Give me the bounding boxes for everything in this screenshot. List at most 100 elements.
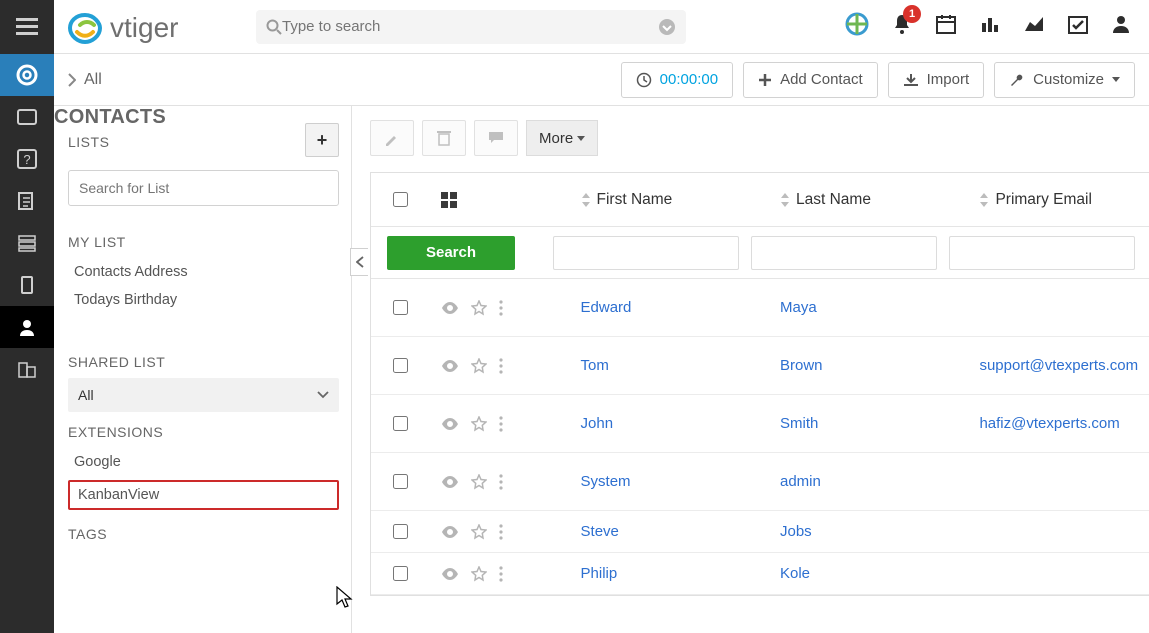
- nav-item-edit[interactable]: [0, 180, 54, 222]
- delete-button[interactable]: [422, 120, 466, 156]
- import-button[interactable]: Import: [888, 62, 985, 98]
- cell-lastname[interactable]: Jobs: [780, 523, 812, 540]
- row-checkbox[interactable]: [393, 416, 408, 431]
- layers-icon: [17, 233, 37, 253]
- edit-button[interactable]: [370, 120, 414, 156]
- filter-email[interactable]: [949, 236, 1135, 270]
- row-actions: [431, 358, 571, 374]
- bar-chart-icon[interactable]: [979, 13, 1001, 40]
- cell-firstname[interactable]: Steve: [581, 523, 619, 540]
- hamburger-menu[interactable]: [0, 0, 54, 54]
- subheader: CONTACTS All 00:00:00 Add Contact Import…: [54, 54, 1149, 106]
- list-search-input[interactable]: [68, 170, 339, 206]
- check-icon[interactable]: [1067, 13, 1089, 40]
- cell-firstname[interactable]: System: [581, 473, 631, 490]
- table-row[interactable]: System admin: [371, 453, 1149, 511]
- mylist-item[interactable]: Contacts Address: [68, 258, 339, 286]
- mylist-item[interactable]: Todays Birthday: [68, 286, 339, 314]
- nav-item-org[interactable]: [0, 348, 54, 390]
- row-checkbox[interactable]: [393, 358, 408, 373]
- global-search-input[interactable]: [282, 18, 658, 35]
- star-icon[interactable]: [471, 524, 487, 540]
- nav-item-mobile[interactable]: [0, 264, 54, 306]
- table-row[interactable]: Philip Kole: [371, 553, 1149, 595]
- plus-icon: [758, 73, 772, 87]
- nav-item-db[interactable]: [0, 222, 54, 264]
- table-row[interactable]: Edward Maya: [371, 279, 1149, 337]
- star-icon[interactable]: [471, 300, 487, 316]
- more-button[interactable]: More: [526, 120, 598, 156]
- more-icon[interactable]: [499, 416, 503, 432]
- nav-item-card[interactable]: [0, 96, 54, 138]
- more-icon[interactable]: [499, 566, 503, 582]
- cell-firstname[interactable]: Tom: [581, 357, 609, 374]
- row-checkbox[interactable]: [393, 566, 408, 581]
- eye-icon[interactable]: [441, 568, 459, 580]
- dropdown-circle-icon[interactable]: [658, 18, 676, 36]
- col-email[interactable]: Primary Email: [969, 191, 1149, 209]
- grid-icon[interactable]: [441, 192, 457, 208]
- eye-icon[interactable]: [441, 302, 459, 314]
- calendar-icon[interactable]: [935, 13, 957, 40]
- star-icon[interactable]: [471, 416, 487, 432]
- eye-icon[interactable]: [441, 418, 459, 430]
- ext-item-google[interactable]: Google: [68, 448, 339, 476]
- panel-collapse-toggle[interactable]: [350, 248, 368, 276]
- app-switch-icon[interactable]: [845, 12, 869, 41]
- tags-heading: TAGS: [68, 526, 339, 542]
- table-header: First Name Last Name Primary Email: [371, 173, 1149, 227]
- notifications-icon[interactable]: 1: [891, 13, 913, 40]
- cell-lastname[interactable]: Maya: [780, 299, 817, 316]
- col-firstname[interactable]: First Name: [571, 191, 770, 209]
- eye-icon[interactable]: [441, 526, 459, 538]
- more-icon[interactable]: [499, 524, 503, 540]
- ext-item-kanban[interactable]: KanbanView: [72, 483, 335, 507]
- cell-lastname[interactable]: admin: [780, 473, 821, 490]
- table-row[interactable]: Steve Jobs: [371, 511, 1149, 553]
- more-icon[interactable]: [499, 358, 503, 374]
- pencil-icon: [384, 130, 400, 146]
- customize-button[interactable]: Customize: [994, 62, 1135, 98]
- filter-firstname[interactable]: [553, 236, 739, 270]
- table-row[interactable]: John Smith hafiz@vtexperts.com: [371, 395, 1149, 453]
- wrench-icon: [1009, 73, 1025, 87]
- nav-item-help[interactable]: [0, 54, 54, 96]
- cell-firstname[interactable]: Philip: [581, 565, 618, 582]
- cell-email[interactable]: hafiz@vtexperts.com: [979, 415, 1119, 432]
- cell-firstname[interactable]: John: [581, 415, 614, 432]
- timer-button[interactable]: 00:00:00: [621, 62, 733, 98]
- add-list-button[interactable]: +: [305, 123, 339, 157]
- star-icon[interactable]: [471, 474, 487, 490]
- star-icon[interactable]: [471, 566, 487, 582]
- profile-icon[interactable]: [1111, 14, 1131, 39]
- global-search[interactable]: [256, 10, 686, 44]
- cell-lastname[interactable]: Kole: [780, 565, 810, 582]
- row-checkbox[interactable]: [393, 300, 408, 315]
- filter-lastname[interactable]: [751, 236, 937, 270]
- table-row[interactable]: Tom Brown support@vtexperts.com: [371, 337, 1149, 395]
- row-checkbox[interactable]: [393, 524, 408, 539]
- nav-item-qmark[interactable]: ?: [0, 138, 54, 180]
- logo[interactable]: vtiger: [66, 7, 256, 47]
- shared-all-select[interactable]: All: [68, 378, 339, 412]
- more-icon[interactable]: [499, 474, 503, 490]
- cell-firstname[interactable]: Edward: [581, 299, 632, 316]
- col-lastname[interactable]: Last Name: [770, 191, 969, 209]
- sort-icon: [581, 193, 591, 207]
- more-icon[interactable]: [499, 300, 503, 316]
- cell-email[interactable]: support@vtexperts.com: [979, 357, 1138, 374]
- area-chart-icon[interactable]: [1023, 13, 1045, 40]
- eye-icon[interactable]: [441, 360, 459, 372]
- table-search-button[interactable]: Search: [387, 236, 515, 270]
- add-contact-button[interactable]: Add Contact: [743, 62, 878, 98]
- sort-icon: [780, 193, 790, 207]
- cell-lastname[interactable]: Brown: [780, 357, 823, 374]
- nav-item-contacts[interactable]: [0, 306, 54, 348]
- select-all-checkbox[interactable]: [393, 192, 408, 207]
- breadcrumb-sub[interactable]: All: [84, 71, 102, 89]
- eye-icon[interactable]: [441, 476, 459, 488]
- star-icon[interactable]: [471, 358, 487, 374]
- comment-button[interactable]: [474, 120, 518, 156]
- cell-lastname[interactable]: Smith: [780, 415, 818, 432]
- row-checkbox[interactable]: [393, 474, 408, 489]
